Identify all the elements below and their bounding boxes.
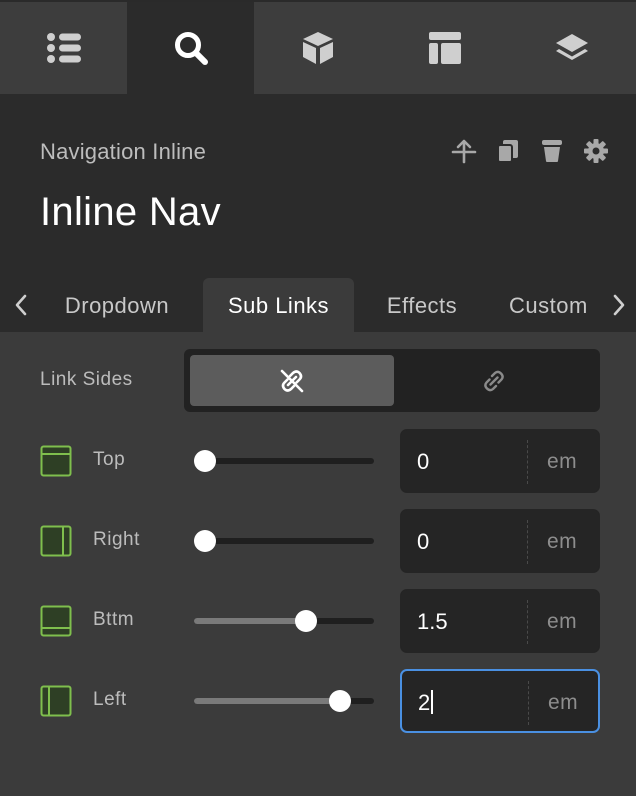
side-top-icon — [40, 445, 72, 477]
layers-icon — [556, 34, 589, 60]
side-right-icon — [40, 525, 72, 557]
unit-select[interactable]: em — [548, 691, 578, 715]
value-text: 2 — [418, 690, 431, 715]
linked-icon — [280, 369, 304, 392]
slider-handle[interactable] — [194, 530, 216, 552]
slider-fill — [194, 618, 306, 624]
slider-top[interactable] — [194, 450, 374, 472]
slider-handle[interactable] — [329, 690, 351, 712]
value-field-left[interactable]: 2 em — [400, 669, 600, 733]
row-label: Left — [93, 689, 127, 710]
divider — [527, 520, 528, 564]
tab-sub-links[interactable]: Sub Links — [203, 278, 354, 334]
unit-select[interactable]: em — [547, 530, 577, 554]
row-label: Top — [93, 449, 126, 470]
move-up-icon — [451, 139, 477, 164]
settings-tabs: Dropdown Sub Links Effects Custom — [0, 278, 636, 334]
slider-fill — [194, 698, 340, 704]
search-icon — [174, 32, 208, 65]
value-field-top[interactable]: 0 em — [400, 429, 600, 493]
link-sides-linked-option[interactable] — [190, 355, 394, 406]
slider-right[interactable] — [194, 530, 374, 552]
slider-handle[interactable] — [295, 610, 317, 632]
settings-icon — [584, 139, 608, 163]
element-type-label: Navigation Inline — [40, 139, 207, 164]
divider — [527, 600, 528, 644]
value-field-bottom[interactable]: 1.5 em — [400, 589, 600, 653]
tab-components[interactable] — [254, 2, 381, 94]
slider-bottom[interactable] — [194, 610, 374, 632]
tab-layout[interactable] — [382, 2, 509, 94]
unit-select[interactable]: em — [547, 610, 577, 634]
value-input[interactable]: 0 — [417, 529, 429, 555]
tabs-scroll-right-button[interactable] — [604, 290, 634, 320]
tab-list[interactable] — [0, 2, 127, 94]
row-label: Right — [93, 529, 140, 550]
move-up-button[interactable] — [442, 135, 486, 167]
divider — [527, 440, 528, 484]
settings-button[interactable] — [574, 135, 618, 167]
tabs-scroll-left-button[interactable] — [6, 290, 36, 320]
duplicate-icon — [497, 140, 518, 163]
unlinked-icon — [484, 370, 504, 391]
value-input[interactable]: 1.5 — [417, 609, 448, 635]
side-bottom-icon — [40, 605, 72, 637]
cube-icon — [302, 32, 333, 64]
delete-button[interactable] — [530, 135, 574, 167]
value-input[interactable]: 0 — [417, 449, 429, 475]
tab-effects[interactable]: Effects — [370, 278, 474, 334]
duplicate-button[interactable] — [486, 135, 530, 167]
unit-select[interactable]: em — [547, 450, 577, 474]
list-icon — [46, 33, 81, 63]
chevron-right-icon — [613, 294, 625, 316]
text-caret — [431, 690, 434, 714]
padding-row-bottom: Bttm 1.5 em — [0, 589, 636, 653]
header-actions — [442, 135, 618, 167]
value-field-right[interactable]: 0 em — [400, 509, 600, 573]
slider-handle[interactable] — [194, 450, 216, 472]
layout-icon — [429, 32, 462, 64]
tab-search[interactable] — [127, 2, 255, 94]
tab-dropdown[interactable]: Dropdown — [50, 278, 184, 334]
padding-row-right: Right 0 em — [0, 509, 636, 573]
chevron-left-icon — [15, 294, 27, 316]
top-toolbar — [0, 0, 636, 94]
padding-row-top: Top 0 em — [0, 429, 636, 493]
trash-icon — [542, 140, 562, 162]
divider — [528, 681, 529, 725]
row-label: Bttm — [93, 609, 135, 630]
slider-left[interactable] — [194, 690, 374, 712]
link-sides-toggle — [184, 349, 600, 412]
link-sides-label: Link Sides — [40, 369, 133, 390]
tab-custom[interactable]: Custom — [500, 278, 598, 334]
side-left-icon — [40, 685, 72, 717]
value-input[interactable]: 2 — [418, 690, 434, 716]
tab-layers[interactable] — [509, 2, 636, 94]
link-sides-unlinked-option[interactable] — [394, 355, 594, 406]
padding-row-left: Left 2 em — [0, 669, 636, 733]
element-name-title[interactable]: Inline Nav — [40, 190, 221, 235]
